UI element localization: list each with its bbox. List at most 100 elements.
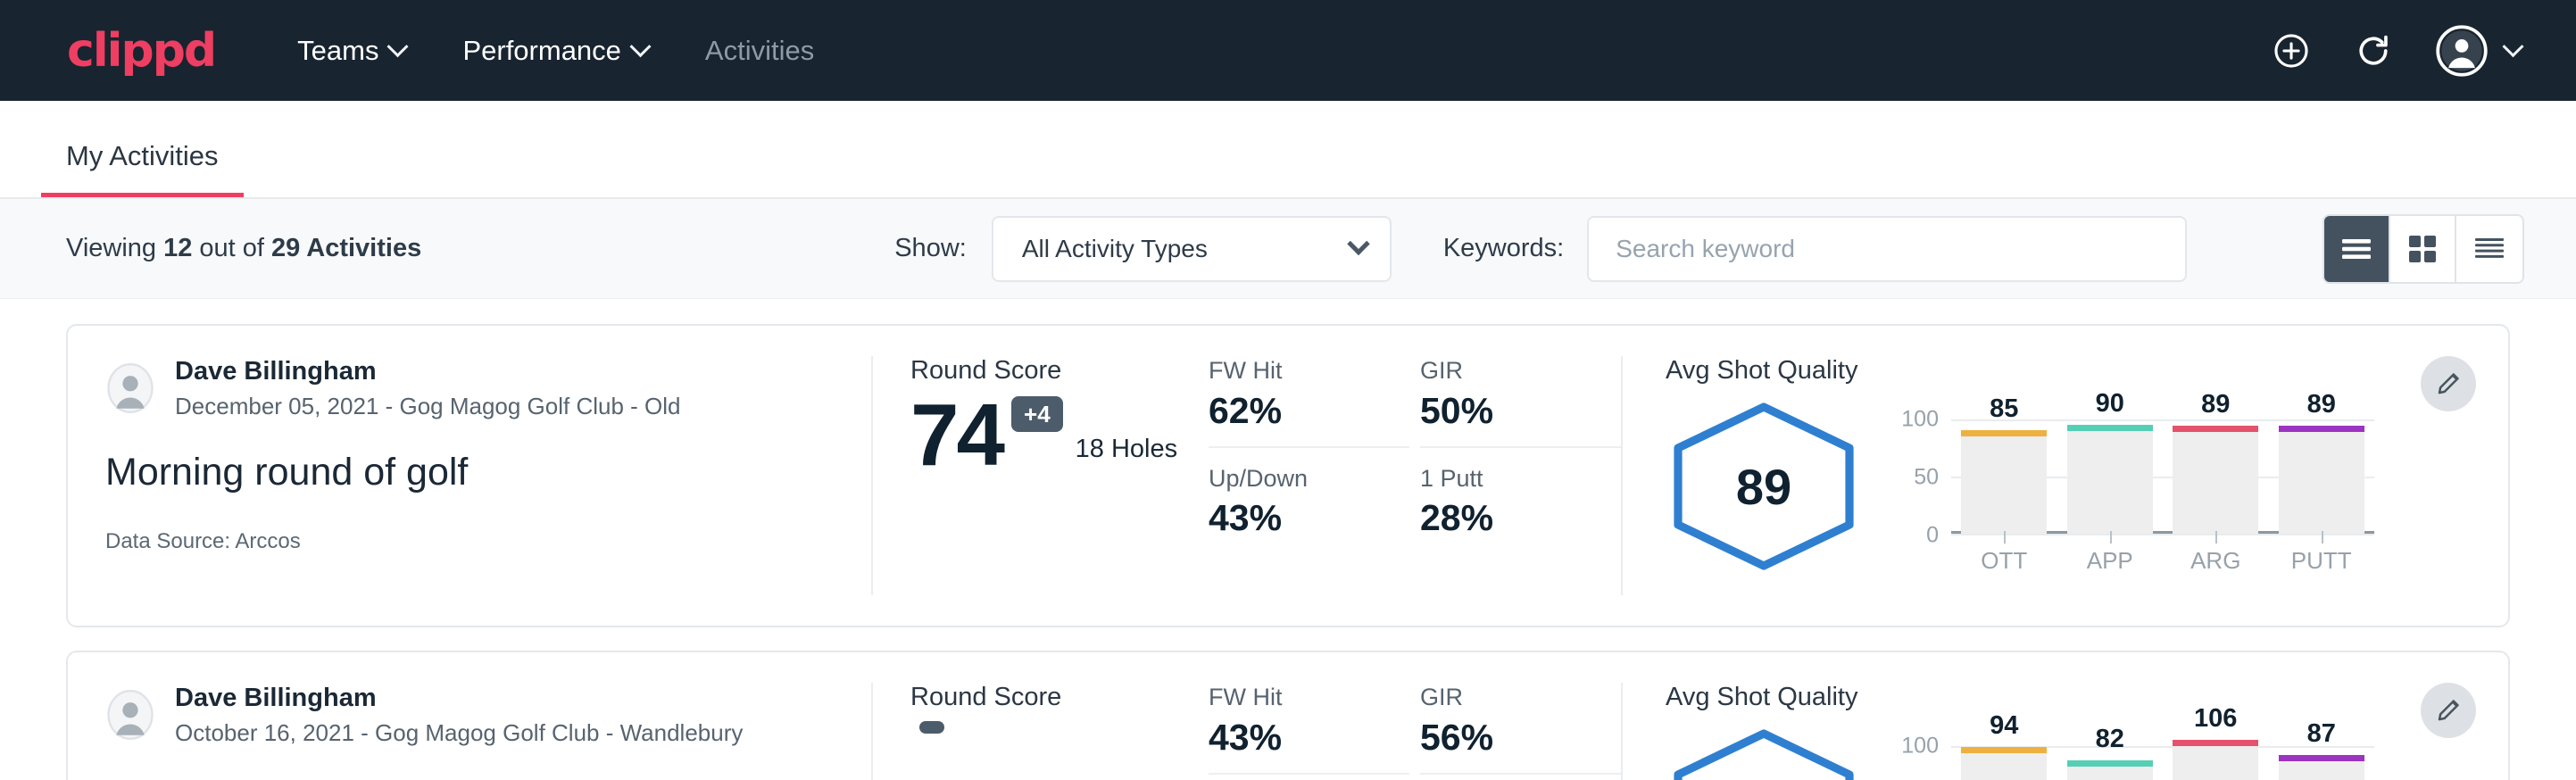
avg-shot-quality-hexagon: 89 <box>1666 402 1862 571</box>
viewing-prefix: Viewing <box>66 234 163 262</box>
nav-item-activities[interactable]: Activities <box>702 28 818 74</box>
stat-value: 43% <box>1209 718 1368 757</box>
round-score-column: Round Score <box>873 652 1201 780</box>
stat-label: GIR <box>1420 685 1580 711</box>
activity-card[interactable]: Dave Billingham December 05, 2021 - Gog … <box>66 324 2510 627</box>
chart-bar-cap <box>2067 425 2153 431</box>
edit-activity-button[interactable] <box>2421 683 2476 738</box>
stats-grid: FW Hit 43% GIR 56% <box>1209 685 1621 780</box>
chart-bar-value-label: 85 <box>1990 394 2018 424</box>
view-mode-grid-button[interactable] <box>2390 216 2456 282</box>
author-name: Dave Billingham <box>175 685 743 713</box>
refresh-icon <box>2354 31 2393 71</box>
shot-quality-body: 050100948210687 OTTAPPARGPUTT <box>1666 723 2383 780</box>
top-navigation-bar: clippd Teams Performance Activities <box>0 0 2576 101</box>
nav-item-teams[interactable]: Teams <box>294 28 409 74</box>
chart-x-tick-mark <box>2322 531 2323 544</box>
round-score-label: Round Score <box>910 358 1201 384</box>
chart-bar: 94 <box>1961 746 2047 780</box>
pencil-icon <box>2435 697 2462 724</box>
activity-date-venue: October 16, 2021 - Gog Magog Golf Club -… <box>175 720 743 746</box>
stats-grid: FW Hit 62% GIR 50% Up/Down 43% 1 Putt 28… <box>1209 358 1621 537</box>
nav-item-label: Activities <box>705 35 814 67</box>
keywords-label: Keywords: <box>1443 234 1564 263</box>
shot-quality-bar-chart: 050100948210687 OTTAPPARGPUTT <box>1883 723 2383 780</box>
viewing-count-text: Viewing 12 out of 29 Activities <box>66 234 421 263</box>
user-avatar-icon <box>2436 25 2488 77</box>
chevron-down-icon <box>2502 36 2523 57</box>
chart-bar-cap <box>1961 747 2047 753</box>
shot-quality-bar-chart: 05010085908989 OTTAPPARGPUTT <box>1883 396 2383 575</box>
edit-activity-button[interactable] <box>2421 356 2476 411</box>
stat-label: Up/Down <box>1209 466 1368 493</box>
stat-one-putt: 1 Putt 28% <box>1420 448 1621 538</box>
chart-x-tick-label: PUTT <box>2279 547 2364 575</box>
chart-bar-body <box>2067 431 2153 534</box>
chart-bar-body <box>2279 432 2364 534</box>
chart-bar-cap <box>2067 760 2153 767</box>
compact-view-icon <box>2474 236 2505 261</box>
chart-bar: 85 <box>1961 419 2047 534</box>
chart-bar: 87 <box>2279 746 2364 780</box>
viewing-middle: out of <box>192 234 271 262</box>
round-score-value: 74 <box>910 394 1002 475</box>
avg-shot-quality-value <box>1666 728 1862 780</box>
chart-bar-value-label: 82 <box>2096 725 2124 754</box>
activities-list: Dave Billingham December 05, 2021 - Gog … <box>0 299 2576 780</box>
chart-bar: 82 <box>2067 746 2153 780</box>
activity-card[interactable]: Dave Billingham October 16, 2021 - Gog M… <box>66 651 2510 780</box>
stat-label: 1 Putt <box>1420 466 1580 493</box>
author-text-block: Dave Billingham December 05, 2021 - Gog … <box>175 358 681 419</box>
chart-bar-body <box>2279 761 2364 780</box>
stat-gir: GIR 50% <box>1420 358 1621 448</box>
view-mode-list-button[interactable] <box>2324 216 2390 282</box>
author-name: Dave Billingham <box>175 358 681 386</box>
brand-logo[interactable]: clippd <box>67 28 215 74</box>
stat-value: 50% <box>1420 392 1580 430</box>
chart-bars: 94 82 106 87 <box>1951 746 2374 780</box>
chart-bar-cap <box>2173 740 2258 746</box>
round-score-row <box>910 721 1201 776</box>
stats-column: FW Hit 62% GIR 50% Up/Down 43% 1 Putt 28… <box>1201 326 1621 626</box>
chart-y-tick-label: 50 <box>1914 465 1939 491</box>
grid-view-icon <box>2408 235 2437 263</box>
chart-bar-cap <box>1961 430 2047 436</box>
stat-fw-hit: FW Hit 43% <box>1209 685 1409 775</box>
activity-type-select[interactable]: All Activity Types <box>992 216 1392 282</box>
chart-bar-body <box>2173 432 2258 534</box>
chart-bar-value-label: 89 <box>2201 390 2230 419</box>
add-button[interactable] <box>2272 31 2311 71</box>
stat-value: 43% <box>1209 499 1368 537</box>
chart-x-tick-label: OTT <box>1961 547 2047 575</box>
list-view-icon <box>2341 237 2372 261</box>
tab-my-activities[interactable]: My Activities <box>41 142 244 197</box>
user-menu-button[interactable] <box>2436 25 2521 77</box>
activity-type-selected-value: All Activity Types <box>1022 235 1208 263</box>
chart-x-tick-label: ARG <box>2173 547 2258 575</box>
viewing-total: 29 Activities <box>271 234 421 262</box>
holes-played: 18 Holes <box>1076 435 1177 464</box>
chart-bar: 106 <box>2173 746 2258 780</box>
activity-title: Morning round of golf <box>105 451 844 494</box>
chart-bar-cap <box>2279 426 2364 432</box>
stat-value: 62% <box>1209 392 1368 430</box>
chevron-down-icon <box>1347 232 1369 254</box>
chart-bar-value-label: 106 <box>2194 704 2237 734</box>
view-mode-compact-button[interactable] <box>2456 216 2522 282</box>
show-label: Show: <box>894 234 967 263</box>
chart-bar-value-label: 87 <box>2307 719 2336 749</box>
view-mode-toggle-group <box>2323 214 2524 284</box>
nav-item-label: Teams <box>297 35 378 67</box>
viewing-count: 12 <box>163 234 192 262</box>
nav-actions <box>2272 25 2521 77</box>
pencil-icon <box>2435 370 2462 397</box>
score-to-par-badge: +4 <box>1011 396 1063 432</box>
chart-y-tick-label: 0 <box>1926 523 1939 549</box>
plus-circle-icon <box>2272 31 2311 71</box>
chart-bar-body <box>2067 767 2153 780</box>
chart-bar-body <box>2173 746 2258 780</box>
nav-item-performance[interactable]: Performance <box>459 28 651 74</box>
search-input[interactable] <box>1587 216 2187 282</box>
refresh-button[interactable] <box>2354 31 2393 71</box>
chart-bars: 85908989 <box>1951 419 2374 534</box>
